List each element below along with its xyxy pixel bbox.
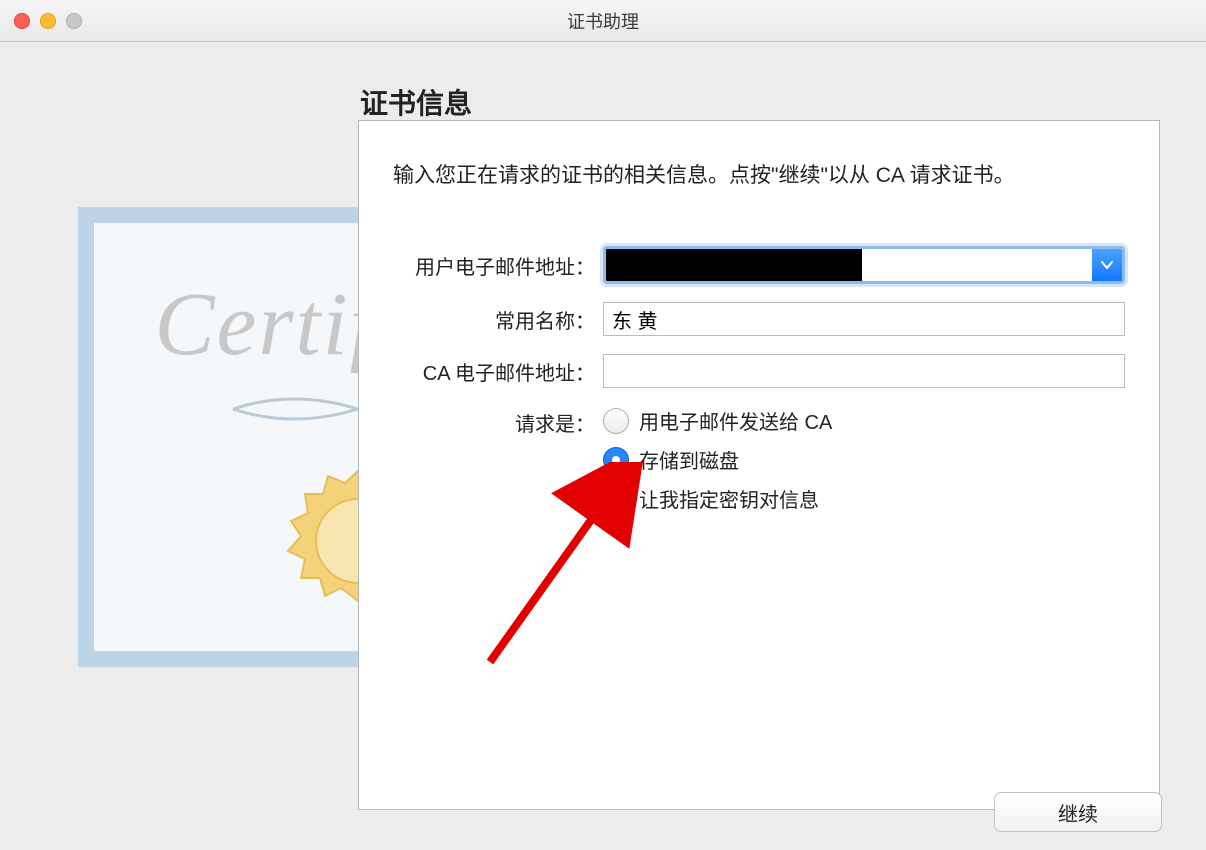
common-name-input[interactable] [603,302,1125,336]
option-specify-keypair-label: 让我指定密钥对信息 [639,484,819,513]
ca-email-input[interactable] [603,354,1125,388]
request-type-label: 请求是： [393,406,603,437]
minimize-icon[interactable] [40,13,56,29]
titlebar: 证书助理 [0,0,1206,42]
content-area: Certificate 证书信息 输入您正在请求的证书的相关信息。点按"继续"以… [0,42,1206,850]
intro-text: 输入您正在请求的证书的相关信息。点按"继续"以从 CA 请求证书。 [393,161,1125,190]
email-combobox[interactable] [603,246,1125,284]
common-name-row: 常用名称： [393,302,1125,336]
radio-icon[interactable] [603,408,629,434]
continue-button[interactable]: 继续 [994,792,1162,832]
close-icon[interactable] [14,13,30,29]
chevron-down-icon [1100,260,1114,270]
email-input-blank[interactable] [862,249,1092,281]
option-send-email-label: 用电子邮件发送给 CA [639,406,832,435]
form-panel: 输入您正在请求的证书的相关信息。点按"继续"以从 CA 请求证书。 用户电子邮件… [358,120,1160,810]
checkbox-icon[interactable] [603,486,629,512]
option-save-disk[interactable]: 存储到磁盘 [603,445,1125,474]
option-send-email[interactable]: 用电子邮件发送给 CA [603,406,1125,435]
radio-icon[interactable] [603,447,629,473]
email-label: 用户电子邮件地址： [393,251,603,280]
continue-button-label: 继续 [1058,798,1098,827]
ca-email-label: CA 电子邮件地址： [393,357,603,386]
common-name-label: 常用名称： [393,305,603,334]
email-row: 用户电子邮件地址： [393,246,1125,284]
maximize-icon [66,13,82,29]
ca-email-row: CA 电子邮件地址： [393,354,1125,388]
email-input-value[interactable] [606,249,862,281]
window-title: 证书助理 [12,8,1194,34]
panel-heading: 证书信息 [360,82,472,122]
window-controls [14,13,82,29]
request-type-options: 用电子邮件发送给 CA 存储到磁盘 让我指定密钥对信息 [603,406,1125,513]
option-specify-keypair[interactable]: 让我指定密钥对信息 [603,484,1125,513]
option-save-disk-label: 存储到磁盘 [639,445,739,474]
request-type-row: 请求是： 用电子邮件发送给 CA 存储到磁盘 让我指定密钥对信息 [393,406,1125,513]
combobox-dropdown-button[interactable] [1092,249,1122,281]
